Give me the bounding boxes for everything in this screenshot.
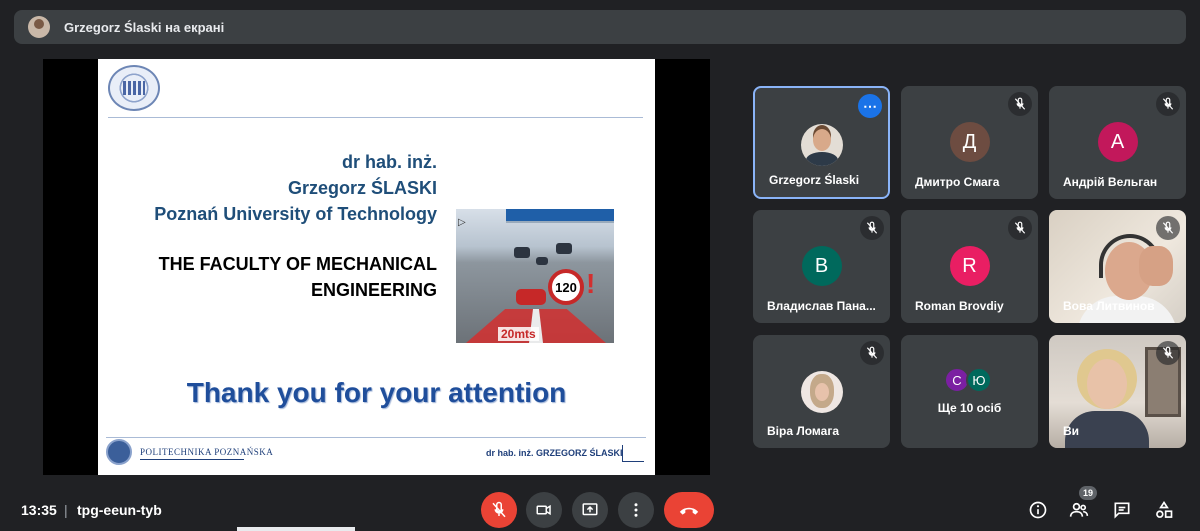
presenter-label: Grzegorz Ślaski на екрані	[64, 19, 225, 35]
participant-name: Grzegorz Ślaski	[769, 173, 860, 187]
avatar	[800, 371, 843, 413]
shared-screen[interactable]: dr hab. inż. Grzegorz ŚLASKI Poznań Univ…	[43, 59, 710, 475]
avatar: А	[1097, 122, 1138, 162]
faculty-block: THE FACULTY OF MECHANICAL ENGINEERING	[159, 251, 437, 303]
avatar	[800, 124, 843, 166]
participant-name: Владислав Пана...	[767, 299, 876, 313]
participant-tile-andrii[interactable]: А Андрій Вельган	[1049, 86, 1186, 199]
participant-name: Дмитро Смага	[915, 175, 1000, 189]
avatar: Ю	[966, 367, 992, 393]
warning-exclamation-icon: !	[586, 268, 596, 299]
author-university: Poznań University of Technology	[154, 204, 437, 224]
red-car-shape	[516, 289, 546, 305]
presenter-bar: Grzegorz Ślaski на екрані	[14, 10, 1186, 44]
camera-toggle-button[interactable]	[526, 492, 562, 528]
footer-divider	[622, 445, 623, 461]
avatar: В	[801, 246, 842, 286]
mic-off-icon	[1156, 341, 1180, 365]
footer-org: POLITECHNIKA POZNAŃSKA	[140, 447, 274, 457]
author-name: Grzegorz ŚLASKI	[287, 178, 437, 198]
chat-button[interactable]	[1111, 499, 1133, 521]
car-shape	[536, 257, 548, 265]
avatar: R	[949, 246, 990, 286]
avatar: Д	[949, 122, 990, 162]
mouse-cursor-icon: ▷	[458, 217, 466, 228]
participant-name: Віра Ломага	[767, 424, 839, 438]
more-participants-tile[interactable]: С Ю Ще 10 осіб	[901, 335, 1038, 448]
participant-name: Roman Brovdiy	[915, 299, 1004, 313]
mic-off-icon	[860, 216, 884, 240]
slide-bottom-divider	[106, 437, 646, 438]
mic-off-icon	[1156, 216, 1180, 240]
participant-name: Андрій Вельган	[1063, 175, 1158, 189]
mic-off-icon	[492, 501, 506, 518]
more-participants-avatars: С Ю	[944, 367, 1000, 393]
participant-tile-roman[interactable]: R Roman Brovdiy	[901, 210, 1038, 323]
time-separator: |	[64, 502, 68, 518]
participant-name: Вова Литвинов	[1063, 299, 1155, 313]
university-logo-small	[106, 439, 132, 465]
self-view-tile[interactable]: Ви	[1049, 335, 1186, 448]
activities-icon	[1156, 500, 1173, 518]
hang-up-icon	[679, 507, 699, 515]
meeting-time: 13:35	[21, 502, 57, 518]
footer-author: dr hab. inż. GRZEGORZ ŚLASKI	[486, 448, 623, 458]
speed-limit-sign: 120	[548, 269, 584, 305]
car-shape	[514, 247, 530, 258]
mic-off-icon	[860, 341, 884, 365]
participant-tile-vladyslav[interactable]: В Владислав Пана...	[753, 210, 890, 323]
presentation-slide: dr hab. inż. Grzegorz ŚLASKI Poznań Univ…	[98, 59, 655, 475]
participant-name: Ви	[1063, 424, 1080, 438]
participant-tile-vira[interactable]: Віра Ломага	[753, 335, 890, 448]
footer-underline	[140, 459, 244, 460]
chat-icon	[1114, 502, 1130, 519]
present-now-button[interactable]	[572, 492, 608, 528]
meeting-code: tpg-eeun-tyb	[77, 502, 162, 518]
people-icon	[1069, 502, 1089, 517]
faculty-line-1: THE FACULTY OF MECHANICAL	[158, 254, 437, 274]
participant-tile-vova[interactable]: Вова Литвинов	[1049, 210, 1186, 323]
activities-button[interactable]	[1153, 499, 1175, 521]
faculty-line-2: ENGINEERING	[310, 280, 437, 300]
slide-top-divider	[108, 117, 643, 118]
university-logo	[108, 65, 160, 111]
mic-off-icon	[1156, 92, 1180, 116]
author-title: dr hab. inż.	[341, 152, 437, 172]
leave-call-button[interactable]	[664, 492, 714, 528]
info-icon	[1029, 501, 1047, 519]
mic-off-icon	[1008, 216, 1032, 240]
present-screen-icon	[582, 503, 598, 516]
mic-toggle-button[interactable]	[481, 492, 517, 528]
thank-you-text: Thank you for your attention	[186, 377, 567, 408]
participant-tile-dmytro[interactable]: Д Дмитро Смага	[901, 86, 1038, 199]
footer-underline	[622, 461, 644, 462]
mic-off-icon	[1008, 92, 1032, 116]
car-shape	[556, 243, 572, 254]
more-vert-icon	[634, 503, 638, 517]
highway-sign	[506, 209, 614, 223]
more-options-button[interactable]	[618, 492, 654, 528]
participant-tile-grzegorz[interactable]: ⋯ Grzegorz Ślaski	[753, 86, 890, 199]
taskbar-fragment	[237, 527, 355, 531]
meeting-details-button[interactable]	[1027, 499, 1049, 521]
more-options-icon[interactable]: ⋯	[858, 94, 882, 118]
people-button[interactable]	[1068, 499, 1090, 521]
distance-label: 20mts	[498, 327, 539, 341]
author-block: dr hab. inż. Grzegorz ŚLASKI Poznań Univ…	[154, 149, 437, 227]
presenter-avatar	[28, 16, 50, 38]
more-participants-label: Ще 10 осіб	[937, 401, 1002, 415]
camera-icon	[536, 504, 551, 516]
traffic-illustration: 120 ! 20mts	[456, 209, 614, 343]
people-count-badge: 19	[1079, 486, 1097, 500]
